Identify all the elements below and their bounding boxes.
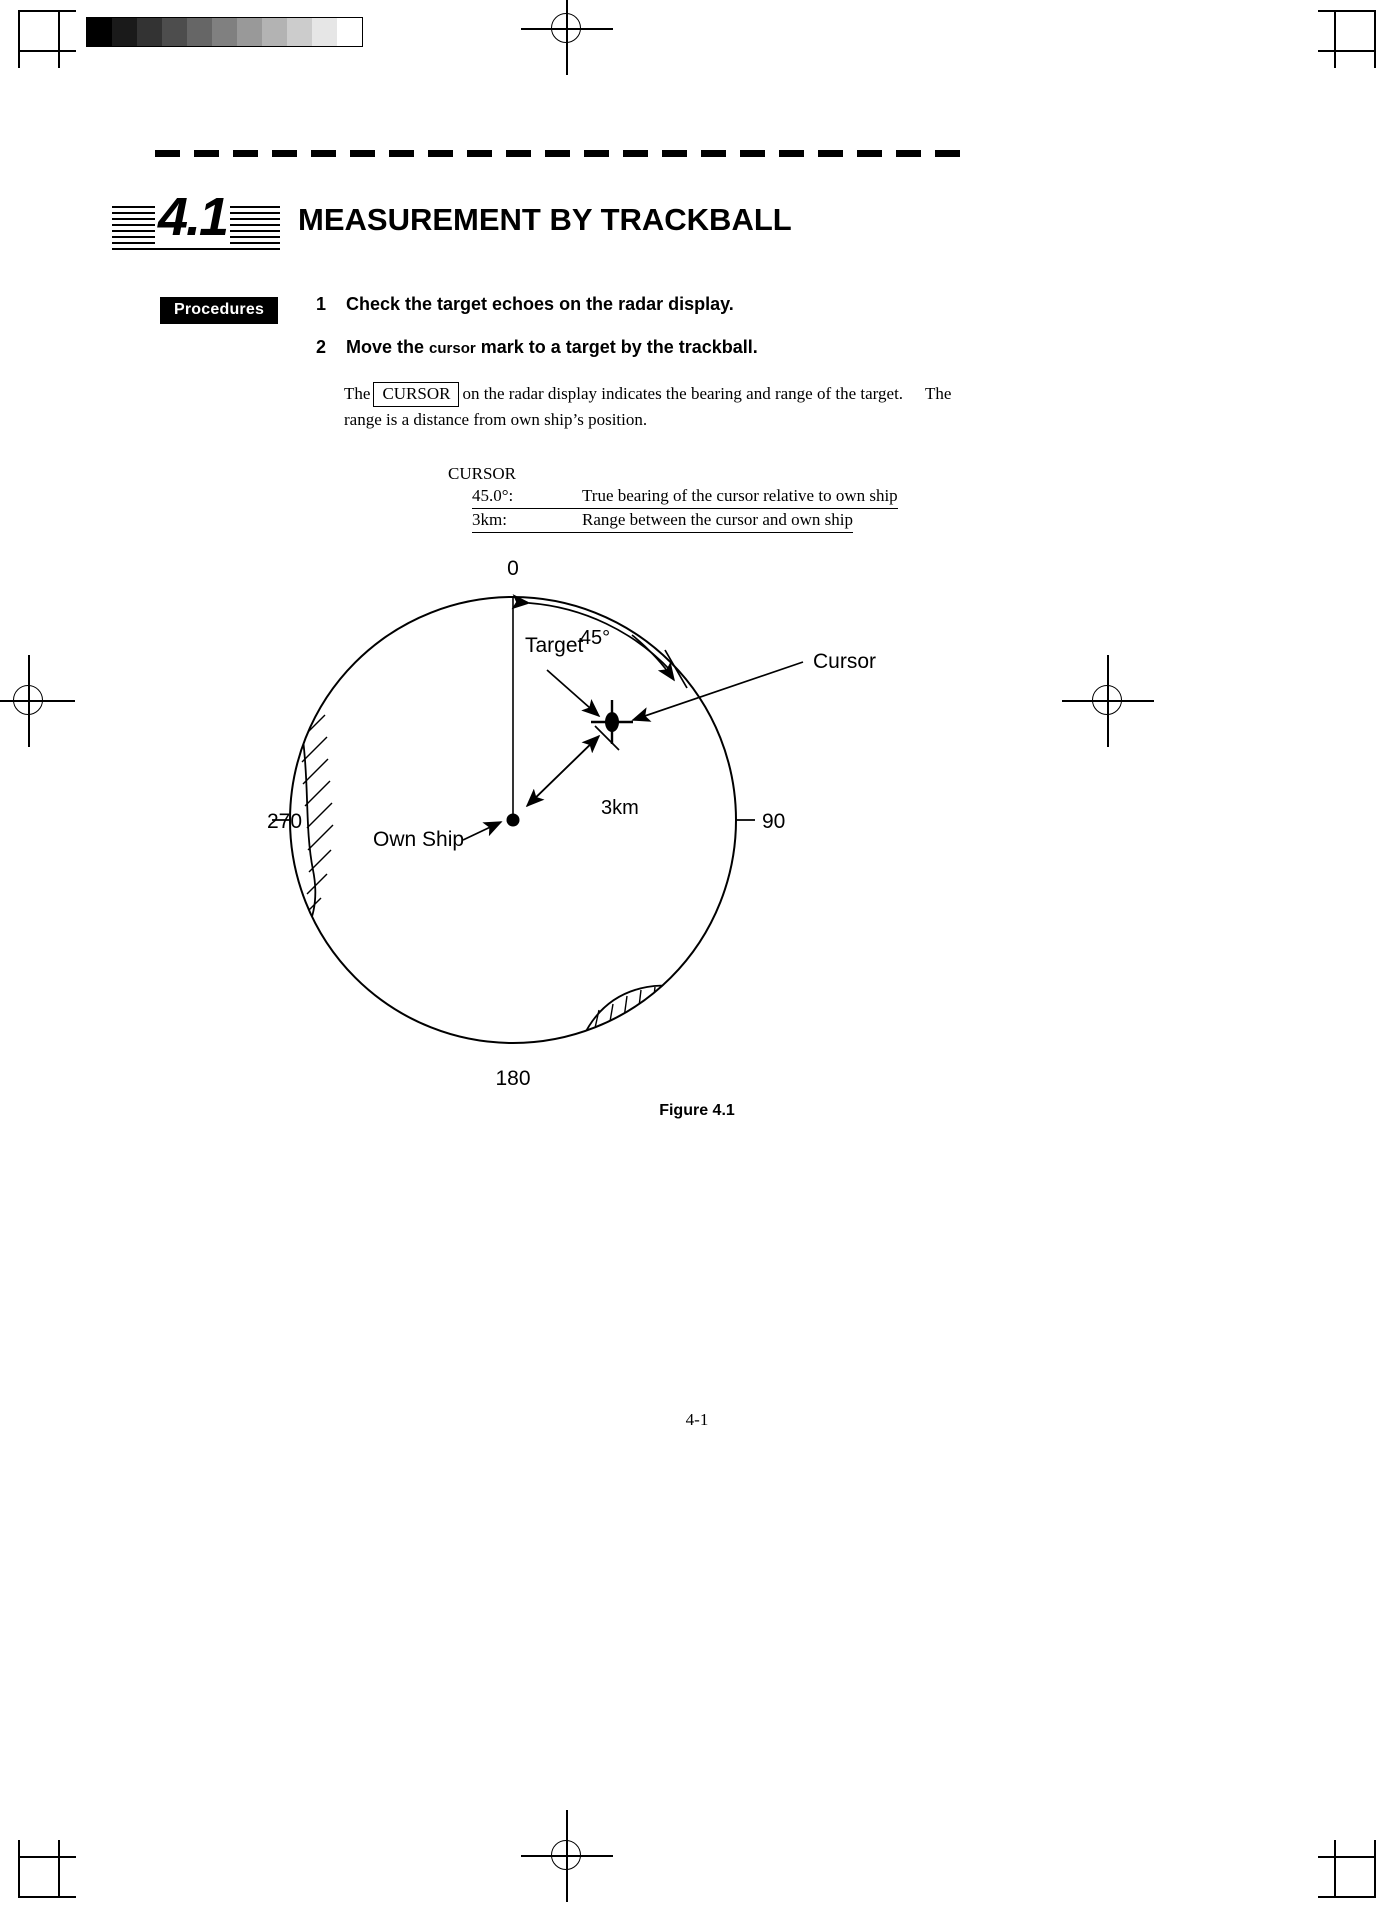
cursor-legend: CURSOR 45.0°: True bearing of the cursor… (448, 462, 898, 533)
step-text: Check the target echoes on the radar dis… (346, 294, 734, 314)
cursor-label: Cursor (813, 650, 876, 673)
grayscale-swatch-3 (162, 18, 187, 46)
grayscale-swatch-2 (137, 18, 162, 46)
registration-hline (0, 700, 75, 702)
procedure-steps: 1 Check the target echoes on the radar d… (316, 294, 1036, 380)
target-leader-line (546, 669, 601, 718)
figure-caption: Figure 4.1 (659, 1102, 735, 1119)
step-number: 1 (316, 294, 327, 314)
angle-label-45: 45° (580, 627, 610, 649)
dash-segment (857, 150, 882, 157)
step-number: 2 (316, 337, 327, 357)
dash-segment (623, 150, 648, 157)
registration-vline (1107, 655, 1109, 747)
legend-title: CURSOR (448, 464, 517, 483)
step-text: Move the cursor mark to a target by the … (346, 337, 758, 358)
paragraph-tail: The (925, 384, 952, 403)
dash-segment (779, 150, 804, 157)
dash-segment (194, 150, 219, 157)
registration-target-left (0, 655, 75, 747)
landmass-southeast-hatching (592, 986, 683, 1041)
paragraph-lead: The (344, 384, 371, 403)
step-text-after: mark to a target by the trackball. (475, 337, 758, 357)
procedures-badge: Procedures (160, 297, 279, 324)
section-number-badge: 4.1 (112, 186, 280, 254)
dash-segment (740, 150, 765, 157)
grayscale-swatch-4 (187, 18, 212, 46)
dash-segment (701, 150, 726, 157)
crop-mark-top-right (1318, 10, 1376, 68)
registration-vline (28, 655, 30, 747)
boxed-term-cursor: CURSOR (373, 382, 460, 407)
grayscale-calibration-strip (86, 17, 363, 47)
dash-segment (818, 150, 843, 157)
dash-segment (935, 150, 960, 157)
legend-value: Range between the cursor and own ship (582, 509, 853, 533)
grayscale-swatch-9 (312, 18, 337, 46)
dash-segment (584, 150, 609, 157)
section-number: 4.1 (155, 186, 231, 248)
dash-segment (272, 150, 297, 157)
dash-segment (311, 150, 336, 157)
registration-vline (566, 1810, 568, 1902)
own-ship-marker (506, 813, 520, 827)
range-label-3km: 3km (601, 797, 639, 819)
own-ship-leader-line (462, 821, 503, 841)
step-emphasis-cursor: cursor (429, 340, 476, 357)
grayscale-swatch-7 (262, 18, 287, 46)
grayscale-swatch-8 (287, 18, 312, 46)
step-text-before: Move the (346, 337, 430, 357)
landmass-west (290, 597, 334, 941)
section-number-rule-line (112, 248, 280, 250)
landmass-southeast (582, 984, 697, 1043)
own-ship-label: Own Ship (373, 828, 464, 851)
body-paragraph: The CURSOR on the radar display indicates … (344, 381, 984, 432)
dash-segment (428, 150, 453, 157)
bearing-label-north: 0 (507, 557, 519, 580)
page-number: 4-1 (685, 1410, 709, 1429)
grayscale-swatch-0 (87, 18, 112, 46)
dash-segment (389, 150, 414, 157)
dash-segment (545, 150, 570, 157)
registration-target-bottom (521, 1810, 613, 1902)
crop-mark-top-left (18, 10, 76, 68)
registration-vline (566, 0, 568, 75)
grayscale-swatch-5 (212, 18, 237, 46)
crop-mark-bottom-left (18, 1840, 76, 1898)
dash-segment (467, 150, 492, 157)
dash-segment (155, 150, 180, 157)
crop-mark-bottom-right (1318, 1840, 1376, 1898)
registration-target-right (1062, 655, 1154, 747)
grayscale-swatch-6 (237, 18, 262, 46)
bearing-label-west: 270 (267, 810, 302, 833)
procedure-step-2: 2 Move the cursor mark to a target by th… (316, 337, 1036, 358)
target-echo-blip (605, 712, 619, 732)
legend-row-bearing: 45.0°: True bearing of the cursor relati… (472, 485, 898, 509)
dash-segment (896, 150, 921, 157)
cursor-leader-line (631, 661, 804, 722)
procedure-step-1: 1 Check the target echoes on the radar d… (316, 294, 1036, 315)
dash-segment (662, 150, 687, 157)
section-heading: 4.1 MEASUREMENT BY TRACKBALL (112, 186, 1012, 254)
bearing-label-south: 180 (495, 1067, 530, 1090)
dash-segment (350, 150, 375, 157)
registration-target-top (521, 0, 613, 75)
grayscale-swatch-10 (337, 18, 362, 46)
bearing-label-east: 90 (762, 810, 785, 833)
legend-value: True bearing of the cursor relative to o… (582, 485, 898, 509)
range-line-3km-reverse (525, 735, 600, 808)
paragraph-line-2: range is a distance from own ship’s posi… (344, 410, 648, 429)
dash-segment (506, 150, 531, 157)
radar-figure: 0 90 180 270 45° 3km Target Cursor Own S… (195, 540, 1025, 1140)
legend-key: 45.0°: (472, 485, 582, 509)
legend-key: 3km: (472, 509, 582, 533)
dash-segment (233, 150, 258, 157)
section-dashed-rule (155, 150, 970, 157)
paragraph-rest: on the radar display indicates the beari… (462, 384, 904, 403)
radar-diagram-svg: 0 90 180 270 45° 3km Target Cursor Own S… (267, 557, 876, 1090)
page-title: MEASUREMENT BY TRACKBALL (298, 202, 792, 237)
grayscale-swatch-1 (112, 18, 137, 46)
target-label: Target (525, 634, 584, 657)
legend-row-range: 3km: Range between the cursor and own sh… (472, 509, 898, 533)
